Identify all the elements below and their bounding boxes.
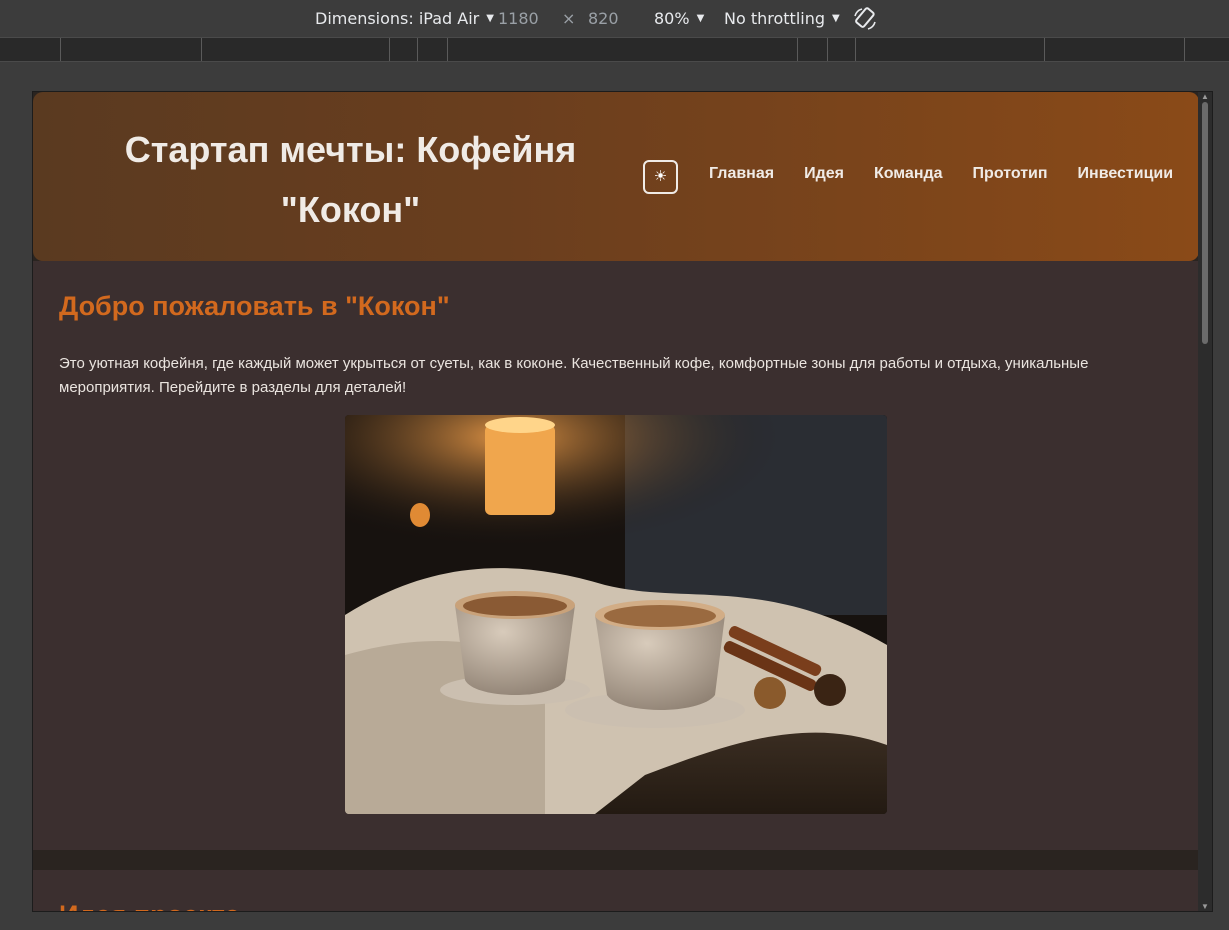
nav-link-home[interactable]: Главная: [709, 165, 774, 183]
zoom-label: 80%: [654, 9, 690, 28]
site-title: Стартап мечты: Кофейня "Кокон": [124, 129, 577, 230]
throttling-dropdown[interactable]: No throttling ▼: [724, 9, 840, 28]
dimensions-dropdown[interactable]: Dimensions: iPad Air ▼: [315, 9, 494, 28]
width-input[interactable]: 1180: [498, 9, 539, 28]
times-sign: ×: [562, 9, 576, 28]
scroll-down-icon[interactable]: ▼: [1201, 902, 1209, 911]
idea-heading: Идея проекта: [59, 900, 240, 911]
rotate-icon[interactable]: [852, 6, 878, 32]
device-viewport: Стартап мечты: Кофейня "Кокон" ☀ Главная…: [32, 91, 1213, 912]
nav-link-prototype[interactable]: Прототип: [973, 165, 1048, 183]
height-input[interactable]: 820: [588, 9, 619, 28]
device-toolbar: Dimensions: iPad Air ▼ 1180 × 820 80% ▼ …: [0, 0, 1229, 37]
hero-image: [345, 415, 887, 814]
media-query-ruler: [0, 37, 1229, 62]
idea-section: Идея проекта: [33, 870, 1199, 911]
page-scrollbar[interactable]: ▲ ▼: [1198, 92, 1212, 911]
throttling-label: No throttling: [724, 9, 826, 28]
welcome-heading: Добро пожаловать в "Кокон": [59, 291, 450, 321]
zoom-dropdown[interactable]: 80% ▼: [654, 9, 704, 28]
site-header: Стартап мечты: Кофейня "Кокон" ☀ Главная…: [33, 92, 1199, 261]
nav-link-investments[interactable]: Инвестиции: [1078, 165, 1174, 183]
theme-toggle-button[interactable]: ☀: [643, 160, 678, 194]
nav-link-idea[interactable]: Идея: [804, 165, 844, 183]
chevron-down-icon: ▼: [486, 13, 494, 24]
chevron-down-icon: ▼: [832, 13, 840, 24]
nav-link-team[interactable]: Команда: [874, 165, 943, 183]
chevron-down-icon: ▼: [696, 13, 705, 24]
dimensions-label: Dimensions: iPad Air: [315, 9, 480, 28]
main-nav: Главная Идея Команда Прототип Инвестиции: [709, 165, 1173, 183]
welcome-text: Это уютная кофейня, где каждый может укр…: [59, 355, 1089, 396]
welcome-section: Добро пожаловать в "Кокон" Это уютная ко…: [33, 261, 1199, 850]
scroll-up-icon[interactable]: ▲: [1201, 92, 1209, 101]
scrollbar-thumb[interactable]: [1202, 102, 1208, 344]
sun-icon: ☀: [653, 168, 668, 185]
